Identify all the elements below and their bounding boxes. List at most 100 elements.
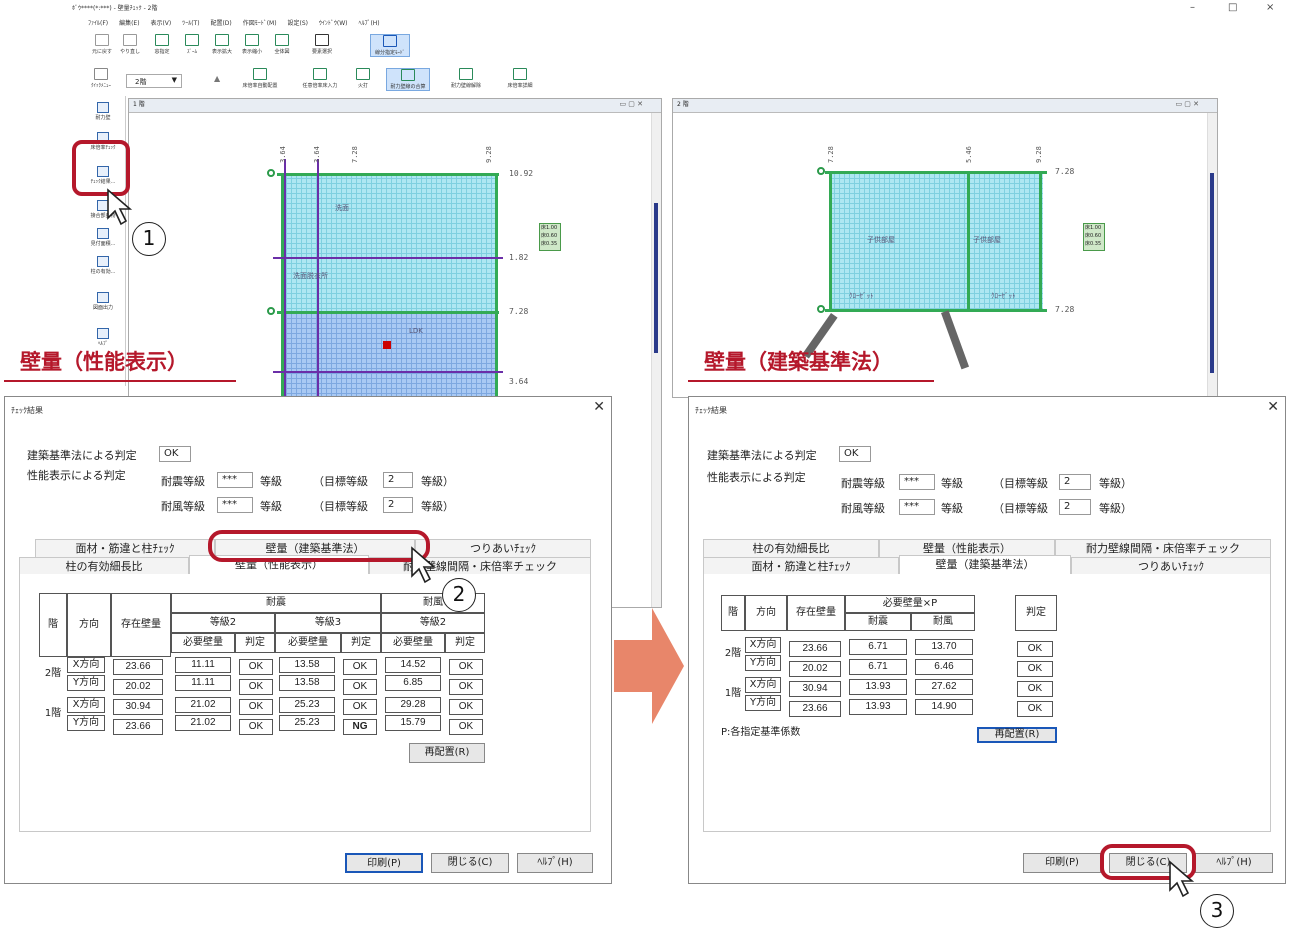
hiuchi-button[interactable]: 火打: [352, 68, 374, 89]
dim-top: 5.46: [965, 146, 973, 163]
fit-all-button[interactable]: 全体図: [266, 34, 298, 55]
print-button[interactable]: 印刷(P): [1023, 853, 1101, 873]
sidebar-item-help[interactable]: ﾍﾙﾌﾟ: [82, 328, 124, 347]
vertical-scrollbar[interactable]: [1207, 113, 1217, 397]
kijun-result-field: OK: [159, 446, 191, 462]
room-label: 子供部屋: [973, 236, 1001, 244]
rearrange-button[interactable]: 再配置(R): [977, 727, 1057, 743]
tab-wall-line-interval[interactable]: 耐力壁線間隔・床倍率チェック: [1055, 539, 1271, 557]
quick-menu-button[interactable]: ｸｲｯｸﾒﾆｭｰ: [86, 68, 116, 89]
zoom-icon: [185, 34, 199, 46]
menu-mode[interactable]: 作図ﾓｰﾄﾞ(M): [243, 20, 277, 27]
menu-help[interactable]: ﾍﾙﾌﾟ(H): [358, 20, 379, 27]
help-button[interactable]: ﾍﾙﾌﾟ(H): [517, 853, 593, 873]
rearrange-button[interactable]: 再配置(R): [409, 743, 485, 763]
maximize-button[interactable]: □: [1228, 2, 1237, 13]
dim-top: 9.28: [485, 146, 493, 163]
zoom-out-icon: [245, 34, 259, 46]
print-button[interactable]: 印刷(P): [345, 853, 423, 873]
dim-top: 7.28: [827, 146, 835, 163]
table-row-dir: Y方向: [67, 675, 105, 691]
auto-floor-button[interactable]: 床倍率自動配置: [236, 68, 284, 89]
sidebar-item-bearing-wall[interactable]: 耐力壁: [82, 102, 124, 121]
kijun-label: 建築基準法による判定: [707, 449, 817, 462]
tab-menzai-check[interactable]: 面材・筋違と柱ﾁｪｯｸ: [703, 557, 899, 575]
zoom-button[interactable]: ｽﾞｰﾑ: [176, 34, 208, 55]
tab-wall-building-code[interactable]: 壁量（建築基準法）: [899, 555, 1071, 575]
cell-wind: 14.90: [915, 699, 973, 715]
main-toolbar: 元に戻す やり直し 窓指定 ｽﾞｰﾑ 表示拡大 表示縮小 全体図 要素選択 線分…: [84, 34, 1290, 64]
redo-button[interactable]: やり直し: [114, 34, 146, 55]
grade-close: 等級）: [421, 475, 454, 488]
menu-edit[interactable]: 編集(E): [119, 20, 139, 27]
pane-controls[interactable]: ▭ ▢ ✕: [619, 100, 643, 108]
kijun-result-field: OK: [839, 446, 871, 462]
floor-detail-button[interactable]: 床倍率詳細: [498, 68, 542, 89]
floor-select[interactable]: 2階 ▼: [126, 74, 182, 88]
cell-judgement: OK: [343, 659, 377, 675]
window-select-button[interactable]: 窓指定: [146, 34, 178, 55]
menu-window[interactable]: ｳｲﾝﾄﾞｳ(W): [319, 20, 348, 27]
target-taishin-field[interactable]: 2: [383, 472, 413, 488]
segment-mode-button[interactable]: 線分指定ﾓｰﾄﾞ: [370, 34, 410, 57]
hiuchi-icon: [356, 68, 370, 80]
tab-balance-check[interactable]: つりあいﾁｪｯｸ: [1071, 557, 1271, 575]
manual-floor-button[interactable]: 任意倍率床入力: [296, 68, 344, 89]
table-row-dir: X方向: [745, 677, 781, 693]
cell-wind: 6.46: [915, 659, 973, 675]
zoom-in-icon: [215, 34, 229, 46]
menu-place[interactable]: 配置(D): [210, 20, 231, 27]
target-taifu-field[interactable]: 2: [383, 497, 413, 513]
th-seismic: 耐震: [845, 613, 911, 631]
cell-judgement: OK: [1017, 701, 1053, 717]
cell-judgement: OK: [343, 679, 377, 695]
sidebar-item-column[interactable]: 柱の有効...: [82, 256, 124, 275]
cell-required: 21.02: [175, 715, 231, 731]
tab-menzai-check[interactable]: 面材・筋違と柱ﾁｪｯｸ: [35, 539, 215, 557]
th-existing: 存在壁量: [111, 593, 171, 657]
wall-line-merge-button[interactable]: 耐力壁線の合算: [386, 68, 430, 91]
area-icon: [97, 228, 109, 239]
close-icon[interactable]: ✕: [593, 399, 605, 415]
th-required: 必要壁量: [171, 633, 235, 653]
cell-required: 11.11: [175, 675, 231, 691]
cell-existing: 20.02: [789, 661, 841, 677]
menu-settings[interactable]: 設定(S): [287, 20, 308, 27]
target-taishin-field[interactable]: 2: [1059, 474, 1091, 490]
menu-tool[interactable]: ﾂｰﾙ(T): [182, 20, 199, 27]
cell-required: 13.58: [279, 657, 335, 673]
sidebar-item-area[interactable]: 見付面積...: [82, 228, 124, 247]
tab-column-slenderness[interactable]: 柱の有効細長比: [703, 539, 879, 557]
cell-wind: 27.62: [915, 679, 973, 695]
help-icon: [97, 328, 109, 339]
grade-unit: 等級: [260, 475, 282, 488]
close-window-button[interactable]: ×: [1266, 2, 1274, 13]
scroll-thumb[interactable]: [654, 203, 658, 353]
tab-column-slenderness[interactable]: 柱の有効細長比: [19, 557, 189, 575]
dim-right: 7.28: [1055, 167, 1075, 176]
sidebar-item-output[interactable]: 図面出力: [82, 292, 124, 311]
select-element-button[interactable]: 要素選択: [306, 34, 338, 55]
zoom-in-button[interactable]: 表示拡大: [206, 34, 238, 55]
zoom-out-button[interactable]: 表示縮小: [236, 34, 268, 55]
close-button[interactable]: 閉じる(C): [431, 853, 509, 873]
vertical-scrollbar[interactable]: [651, 113, 661, 607]
pane-controls[interactable]: ▭ ▢ ✕: [1175, 100, 1199, 108]
grid-node: [817, 305, 825, 313]
section-underline: [688, 380, 934, 382]
scroll-thumb[interactable]: [1210, 173, 1214, 373]
target-grade-label: （目標等級: [313, 475, 368, 488]
dim-right: 7.28: [509, 307, 529, 316]
help-button[interactable]: ﾍﾙﾌﾟ(H): [1195, 853, 1273, 873]
seino-label: 性能表示による判定: [707, 471, 806, 484]
menu-file[interactable]: ﾌｧｲﾙ(F): [88, 20, 108, 27]
wall-line-release-button[interactable]: 耐力壁線解除: [444, 68, 488, 89]
dim-right: 3.64: [509, 377, 529, 386]
menu-view[interactable]: 表示(V): [150, 20, 171, 27]
close-icon[interactable]: ✕: [1267, 399, 1279, 415]
target-grade-label: （目標等級: [993, 477, 1048, 490]
floor-up-icon[interactable]: ▲: [214, 74, 220, 83]
minimize-button[interactable]: –: [1190, 2, 1195, 13]
target-grade-label: （目標等級: [993, 502, 1048, 515]
target-taifu-field[interactable]: 2: [1059, 499, 1091, 515]
